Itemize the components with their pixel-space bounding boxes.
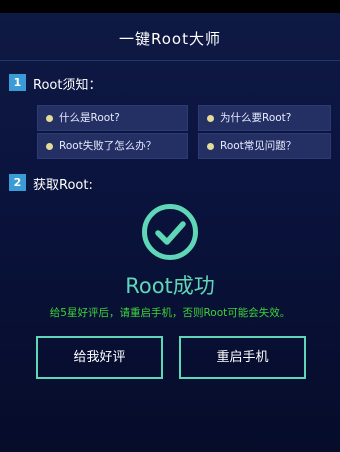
faq-item-root-failed[interactable]: Root失败了怎么办？ (37, 133, 188, 159)
section-number-badge: 2 (9, 174, 26, 191)
section-label-get-root: 获取Root: (33, 178, 93, 193)
faq-item-label: Root失败了怎么办？ (59, 140, 157, 152)
title-divider (0, 60, 340, 61)
faq-item-label: Root常见问题？ (220, 140, 297, 152)
root-status-text: Root成功 (125, 274, 215, 298)
check-circle-icon (142, 204, 198, 260)
faq-item-what-is-root[interactable]: 什么是Root? (37, 105, 188, 131)
bullet-icon (46, 115, 53, 122)
status-bar (0, 0, 340, 13)
page-title: 一键Root大师 (119, 30, 221, 48)
faq-item-why-root[interactable]: 为什么要Root? (198, 105, 331, 131)
reboot-notice: 给5星好评后，请重启手机，否则Root可能会失效。 (49, 307, 291, 319)
faq-item-label: 为什么要Root? (220, 112, 292, 124)
faq-item-label: 什么是Root? (59, 112, 120, 124)
section-label-root-notes: Root须知： (33, 78, 102, 93)
section-number-badge: 1 (9, 74, 26, 91)
reboot-button[interactable]: 重启手机 (179, 336, 306, 379)
app-screen: 一键Root大师 1 Root须知： 什么是Root? 为什么要Root? Ro… (0, 0, 340, 452)
bullet-icon (207, 143, 214, 150)
rate-button[interactable]: 给我好评 (36, 336, 163, 379)
bullet-icon (207, 115, 214, 122)
bullet-icon (46, 143, 53, 150)
faq-item-common-questions[interactable]: Root常见问题？ (198, 133, 331, 159)
